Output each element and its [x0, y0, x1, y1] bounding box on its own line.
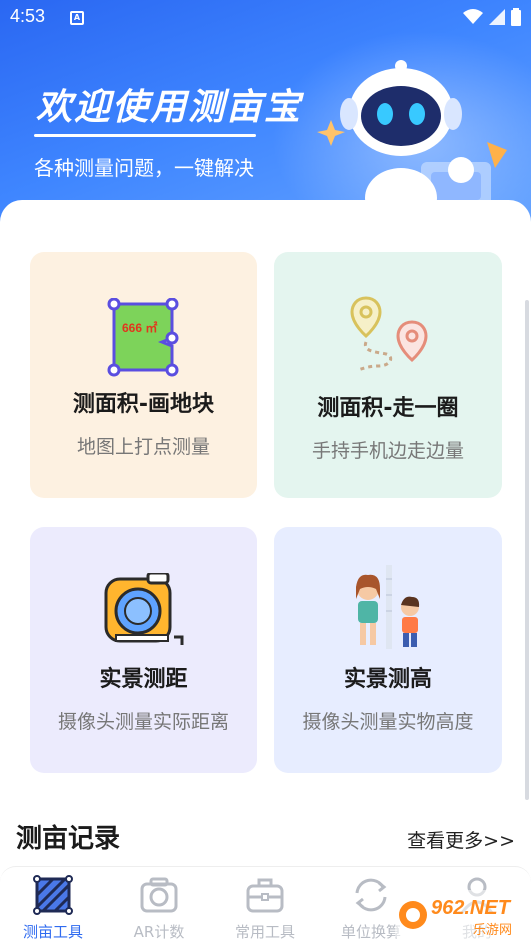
battery-icon [511, 8, 521, 26]
card-walk-around[interactable]: 测面积-走一圈 手持手机边走边量 [274, 252, 502, 498]
card-title: 测面积-走一圈 [317, 396, 459, 421]
status-time: 4:53 [10, 6, 46, 26]
polygon-area-icon: 666 ㎡ [107, 298, 179, 377]
site-watermark: 962.NET 乐游网 [395, 890, 525, 940]
tab-land-tool[interactable]: 测亩工具 [0, 867, 106, 944]
card-title: 测面积-画地块 [72, 392, 215, 417]
watermark-sub: 乐游网 [473, 923, 512, 938]
hero-subtitle: 各种测量问题，一键解决 [34, 156, 254, 180]
card-desc: 摄像头测量实物高度 [302, 711, 474, 733]
status-icons [463, 8, 521, 26]
hero-underline [34, 134, 256, 137]
notification-icon: A [70, 11, 84, 25]
card-distance[interactable]: 实景测距 摄像头测量实际距离 [30, 527, 257, 773]
watermark-brand: 962.NET [431, 897, 512, 919]
tab-common-tools[interactable]: 常用工具 [212, 867, 318, 944]
records-more-link[interactable]: 查看更多>> [407, 826, 515, 853]
wifi-icon [463, 9, 483, 24]
card-desc: 地图上打点测量 [76, 436, 210, 458]
card-draw-plot[interactable]: 666 ㎡ 测面积-画地块 地图上打点测量 [30, 252, 257, 498]
land-tool-icon [33, 875, 73, 915]
tab-label: AR计数 [133, 923, 185, 941]
card-title: 实景测距 [99, 667, 188, 692]
status-bar: 4:53 A [0, 0, 531, 36]
tab-label: 测亩工具 [22, 923, 83, 941]
tape-measure-icon [104, 573, 184, 645]
card-height[interactable]: 实景测高 摄像头测量实物高度 [274, 527, 502, 773]
route-pins-icon [350, 296, 428, 372]
convert-icon [355, 878, 387, 912]
card-desc: 手持手机边走边量 [311, 440, 464, 462]
signal-icon [489, 9, 505, 25]
card-title: 实景测高 [343, 667, 432, 692]
area-value: 666 ㎡ [122, 320, 157, 335]
toolbox-icon [246, 878, 284, 913]
card-desc: 摄像头测量实际距离 [57, 711, 229, 733]
scrollbar[interactable] [525, 300, 529, 800]
hero-title: 欢迎使用测亩宝 [36, 87, 303, 128]
camera-icon [140, 877, 178, 913]
height-kids-icon [356, 565, 420, 649]
tab-label: 常用工具 [234, 923, 295, 941]
records-title: 测亩记录 [16, 824, 121, 854]
tab-ar-count[interactable]: AR计数 [106, 867, 212, 944]
